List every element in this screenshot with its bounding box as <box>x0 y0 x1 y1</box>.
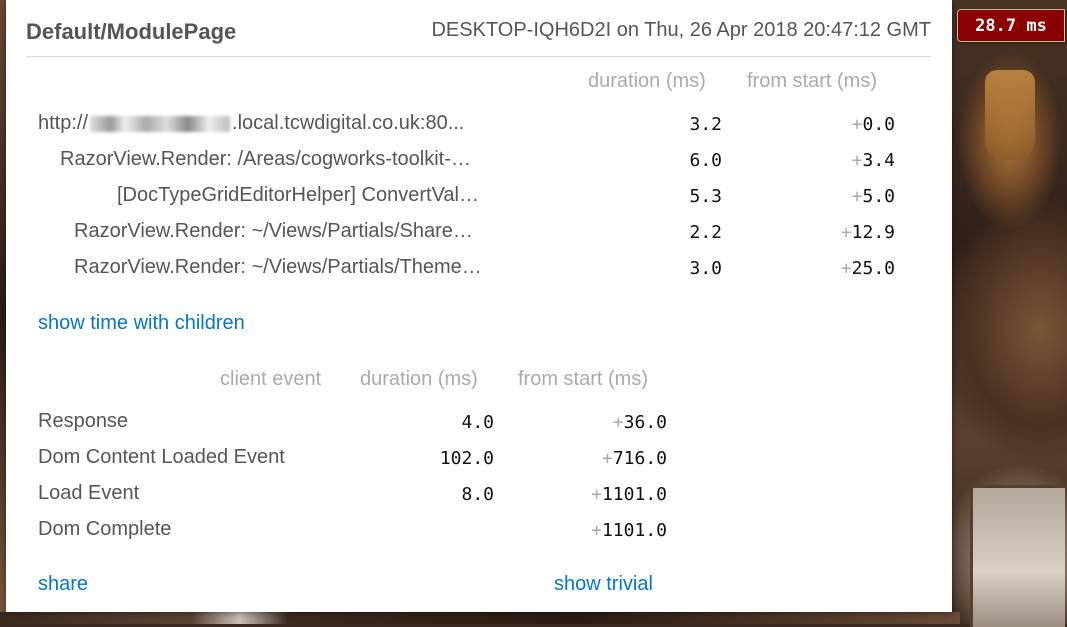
client-event-name: Dom Complete <box>38 518 172 540</box>
col-from-start-header: from start (ms) <box>747 70 877 92</box>
timing-name: [DocTypeGridEditorHelper] ConvertVal… <box>117 184 479 206</box>
url-suffix: .local.tcwdigital.co.uk:80... <box>232 112 465 134</box>
timing-row[interactable]: RazorView.Render: ~/Views/Partials/Share… <box>6 214 952 250</box>
redacted-host <box>90 115 231 132</box>
profiler-popup: Default/ModulePage DESKTOP-IQH6D2I on Th… <box>6 0 952 612</box>
background-picture-frame <box>970 485 1065 627</box>
timing-name: RazorView.Render: ~/Views/Partials/Theme… <box>74 256 482 278</box>
client-event-from-start: +36.0 <box>612 412 667 433</box>
client-row: Response 4.0 +36.0 <box>6 404 952 440</box>
timing-from-start: +12.9 <box>840 222 895 243</box>
client-event-from-start: +1101.0 <box>591 520 667 541</box>
timing-row[interactable]: [DocTypeGridEditorHelper] ConvertVal… 5.… <box>6 178 952 214</box>
client-event-duration: 102.0 <box>439 448 494 469</box>
timing-from-start: +25.0 <box>840 258 895 279</box>
client-event-from-start: +716.0 <box>601 448 667 469</box>
timing-from-start: +5.0 <box>851 186 895 207</box>
client-row: Dom Content Loaded Event 102.0 +716.0 <box>6 440 952 476</box>
background-bottom-strip <box>0 612 960 624</box>
client-event-duration: 8.0 <box>461 484 494 505</box>
timing-duration: 6.0 <box>689 150 722 171</box>
timing-duration: 5.3 <box>689 186 722 207</box>
page-title: Default/ModulePage <box>26 19 237 44</box>
timing-row[interactable]: RazorView.Render: ~/Views/Partials/Theme… <box>6 250 952 286</box>
col-duration-header: duration (ms) <box>588 70 706 92</box>
timing-row[interactable]: http:// .local.tcwdigital.co.uk:80... 3.2… <box>6 106 952 142</box>
client-event-name: Load Event <box>38 482 140 504</box>
timing-from-start: +3.4 <box>851 150 895 171</box>
show-trivial-link[interactable]: show trivial <box>554 573 653 596</box>
client-event-duration: 4.0 <box>461 412 494 433</box>
timing-from-start: +0.0 <box>851 114 895 135</box>
profiler-total-badge[interactable]: 28.7 ms <box>957 9 1065 42</box>
timing-name: http:// .local.tcwdigital.co.uk:80... <box>38 112 464 135</box>
timing-row[interactable]: RazorView.Render: /Areas/cogworks-toolki… <box>6 142 952 178</box>
client-event-name: Dom Content Loaded Event <box>38 446 285 468</box>
show-time-with-children-link[interactable]: show time with children <box>38 312 245 335</box>
machine-timestamp: DESKTOP-IQH6D2I on Thu, 26 Apr 2018 20:4… <box>431 19 931 41</box>
url-prefix: http:// <box>38 112 89 134</box>
client-row: Load Event 8.0 +1101.0 <box>6 476 952 512</box>
timing-duration: 3.0 <box>689 258 722 279</box>
timing-duration: 3.2 <box>689 114 722 135</box>
client-event-name: Response <box>38 410 129 432</box>
client-row: Dom Complete +1101.0 <box>6 512 952 548</box>
col-client-duration-header: duration (ms) <box>360 368 478 390</box>
timing-duration: 2.2 <box>689 222 722 243</box>
col-client-from-start-header: from start (ms) <box>518 368 648 390</box>
share-link[interactable]: share <box>38 573 88 596</box>
popup-header: Default/ModulePage DESKTOP-IQH6D2I on Th… <box>26 16 931 57</box>
col-client-event-header: client event <box>220 368 322 390</box>
client-event-from-start: +1101.0 <box>591 484 667 505</box>
timing-name: RazorView.Render: ~/Views/Partials/Share… <box>74 220 473 242</box>
background-lamp <box>985 70 1035 160</box>
timing-name: RazorView.Render: /Areas/cogworks-toolki… <box>60 148 471 170</box>
badge-total-time: 28.7 ms <box>975 15 1047 36</box>
